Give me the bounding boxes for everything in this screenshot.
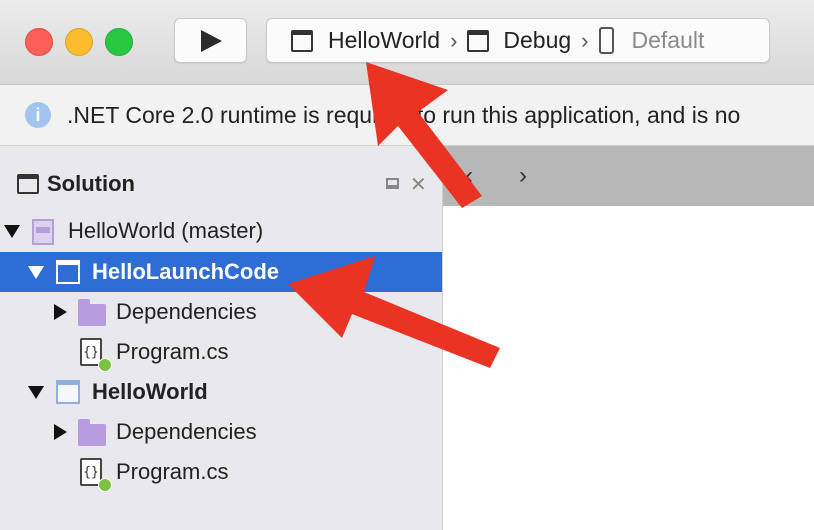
tree-item-label: Dependencies xyxy=(116,419,257,444)
tree-item-file-program[interactable]: {} Program.cs xyxy=(0,332,442,372)
editor-navigation-bar: ‹ › xyxy=(443,146,814,206)
run-button[interactable] xyxy=(174,18,247,63)
project-selector[interactable]: HelloWorld xyxy=(291,27,440,54)
tree-item-file-program[interactable]: {} Program.cs xyxy=(0,452,442,492)
phone-icon xyxy=(598,27,614,54)
tree-item-label: Dependencies xyxy=(116,299,257,324)
minimize-window-button[interactable] xyxy=(65,28,93,56)
window-toolbar: HelloWorld › Debug › Default xyxy=(0,0,814,85)
folder-icon xyxy=(78,419,106,446)
project-icon xyxy=(56,260,80,284)
info-message: .NET Core 2.0 runtime is required to run… xyxy=(67,101,741,128)
tree-item-label: HelloWorld xyxy=(92,379,208,404)
zoom-window-button[interactable] xyxy=(105,28,133,56)
tree-item-label: Program.cs xyxy=(116,459,229,484)
info-bar: i .NET Core 2.0 runtime is required to r… xyxy=(0,85,814,146)
tree-item-label: Program.cs xyxy=(116,339,229,364)
solution-icon xyxy=(32,219,54,245)
chevron-right-icon: › xyxy=(581,27,589,53)
minimize-pad-icon[interactable] xyxy=(386,178,399,189)
tree-item-dependencies[interactable]: Dependencies xyxy=(0,292,442,332)
added-badge-icon xyxy=(98,478,112,492)
forward-button[interactable]: › xyxy=(519,162,527,190)
window-icon xyxy=(291,29,313,52)
tree-item-project-helloworld[interactable]: HelloWorld xyxy=(0,372,442,412)
close-window-button[interactable] xyxy=(25,28,53,56)
disclosure-expanded-icon[interactable] xyxy=(4,225,20,238)
disclosure-expanded-icon[interactable] xyxy=(28,266,44,279)
tree-item-dependencies[interactable]: Dependencies xyxy=(0,412,442,452)
tree-item-solution[interactable]: HelloWorld (master) xyxy=(0,211,442,251)
disclosure-collapsed-icon[interactable] xyxy=(54,424,67,440)
project-icon xyxy=(56,380,80,404)
device-name: Default xyxy=(631,27,705,53)
disclosure-collapsed-icon[interactable] xyxy=(54,304,67,320)
tree-item-project-hellolaunchcode[interactable]: HelloLaunchCode xyxy=(0,252,442,292)
back-button[interactable]: ‹ xyxy=(465,162,473,190)
solution-pad-title: Solution xyxy=(47,171,135,196)
chevron-right-icon: › xyxy=(450,27,458,53)
added-badge-icon xyxy=(98,358,112,372)
project-name: HelloWorld xyxy=(328,27,441,53)
configuration-name: Debug xyxy=(503,27,572,53)
tree-item-label: HelloLaunchCode xyxy=(92,259,280,284)
close-pad-icon[interactable]: ✕ xyxy=(410,172,427,197)
disclosure-expanded-icon[interactable] xyxy=(28,386,44,399)
tree-item-label: HelloWorld (master) xyxy=(68,218,264,243)
device-selector[interactable]: Default xyxy=(598,27,705,54)
solution-pad-header: Solution ✕ xyxy=(0,146,442,208)
editor-area[interactable] xyxy=(443,206,814,530)
configuration-selector[interactable]: Debug xyxy=(467,27,571,54)
solution-pad-icon xyxy=(17,174,39,194)
folder-icon xyxy=(78,299,106,326)
window-icon xyxy=(467,29,490,52)
solution-pad: Solution ✕ HelloWorld (master) HelloLaun… xyxy=(0,146,443,530)
play-icon xyxy=(201,30,222,52)
info-icon: i xyxy=(25,102,51,128)
scheme-selector[interactable]: HelloWorld › Debug › Default xyxy=(266,18,770,63)
